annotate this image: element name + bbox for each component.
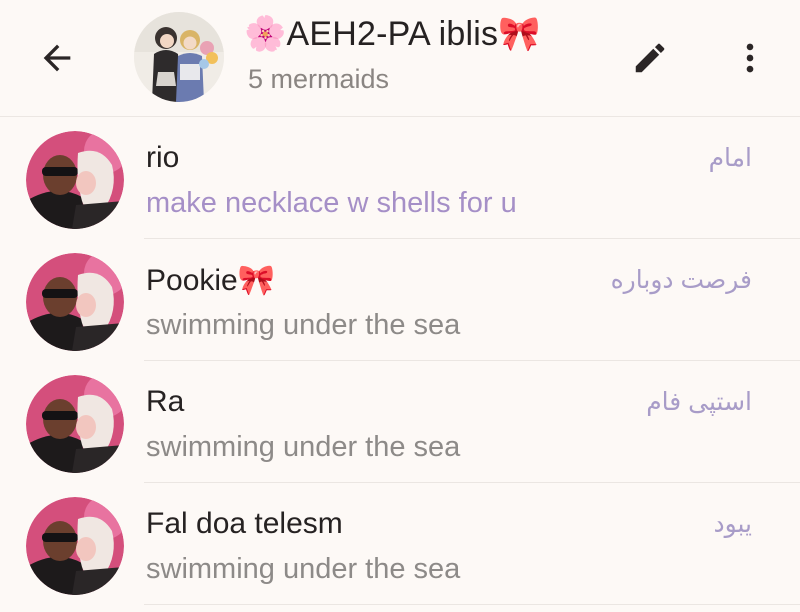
member-row[interactable]: Fal doa telesm swimming under the sea یب…: [0, 483, 800, 605]
more-options-button[interactable]: [724, 32, 776, 84]
member-row[interactable]: rio make necklace w shells for u امام: [0, 117, 800, 239]
member-role: استپی فام: [646, 388, 752, 416]
back-button[interactable]: [30, 34, 84, 82]
member-name: Fal doa telesm: [146, 507, 343, 540]
avatar: [26, 375, 124, 473]
member-name: Pookie🎀: [146, 264, 276, 297]
avatar: [26, 497, 124, 595]
member-list: rio make necklace w shells for u امام Po…: [0, 117, 800, 605]
member-role: امام: [708, 144, 752, 172]
divider: [144, 604, 800, 605]
avatar: [26, 131, 124, 229]
member-row[interactable]: Pookie🎀 swimming under the sea فرصت دوبا…: [0, 239, 800, 361]
more-vertical-icon: [746, 43, 754, 73]
edit-button[interactable]: [624, 32, 676, 84]
member-status: swimming under the sea: [146, 309, 461, 341]
member-role: فرصت دوباره: [610, 266, 752, 294]
chat-header: 🌸AEH2-PA iblis🎀 5 mermaids: [0, 0, 800, 117]
group-photo-image: [134, 12, 224, 102]
group-title: 🌸AEH2-PA iblis🎀: [244, 15, 541, 53]
member-role: یبود: [713, 510, 752, 538]
avatar: [26, 253, 124, 351]
arrow-left-icon: [43, 44, 71, 72]
group-avatar[interactable]: [134, 12, 224, 102]
member-status: make necklace w shells for u: [146, 187, 517, 219]
member-row[interactable]: Ra swimming under the sea استپی فام: [0, 361, 800, 483]
member-name: Ra: [146, 385, 185, 418]
member-count: 5 mermaids: [248, 64, 390, 94]
member-status: swimming under the sea: [146, 431, 461, 463]
member-name: rio: [146, 141, 180, 174]
member-status: swimming under the sea: [146, 553, 461, 585]
pencil-icon: [635, 43, 665, 73]
